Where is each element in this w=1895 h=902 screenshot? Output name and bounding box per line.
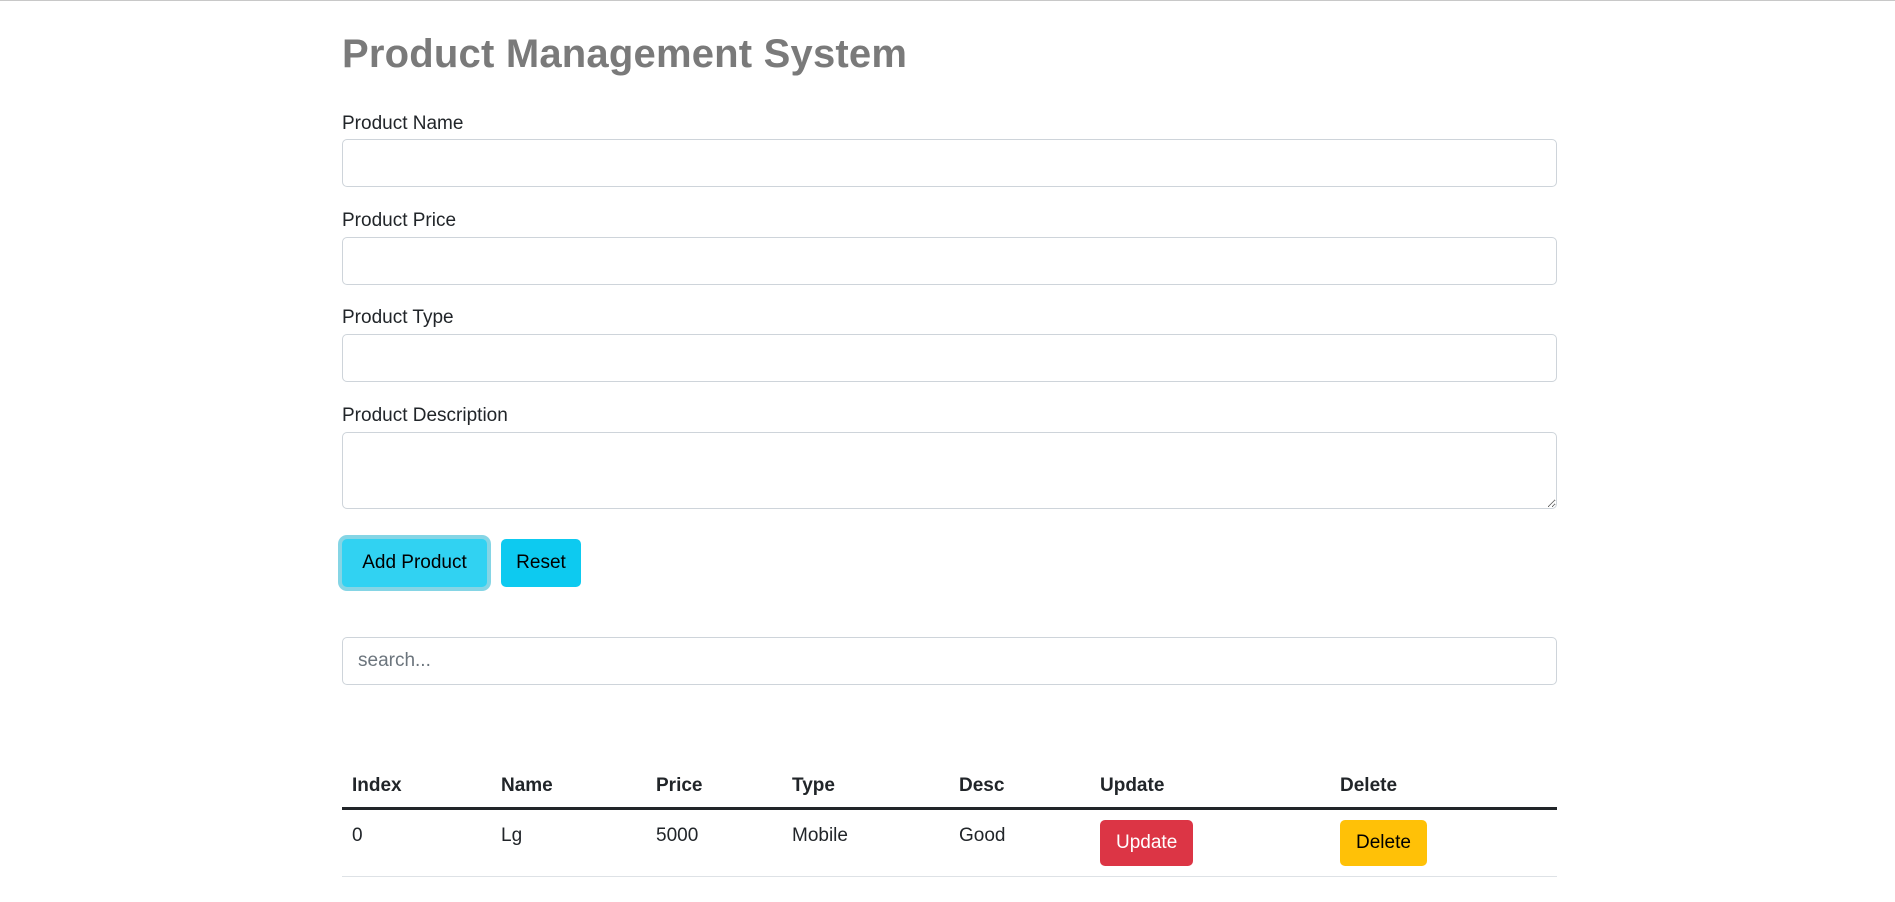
- table-row: 0 Lg 5000 Mobile Good Update Delete: [342, 808, 1557, 877]
- cell-name-text: Lg: [501, 825, 523, 846]
- page-title: Product Management System: [342, 32, 908, 76]
- column-header-delete: Delete: [1330, 765, 1557, 810]
- add-product-button[interactable]: Add Product: [342, 539, 487, 587]
- column-header-price: Price: [646, 765, 782, 810]
- search-input[interactable]: [342, 637, 1557, 685]
- cell-update: Update: [1090, 808, 1330, 877]
- column-header-type: Type: [782, 765, 949, 810]
- reset-button[interactable]: Reset: [501, 539, 581, 587]
- product-type-input[interactable]: [342, 334, 1557, 382]
- cell-name: Lg: [491, 808, 646, 877]
- product-name-label: Product Name: [342, 113, 464, 134]
- cell-type: Mobile: [782, 808, 949, 877]
- cell-desc: Good: [949, 808, 1090, 877]
- cell-price-text: 5000: [656, 825, 699, 846]
- top-border: [0, 0, 1895, 1]
- column-header-desc: Desc: [949, 765, 1090, 810]
- cell-index: 0: [342, 808, 491, 877]
- cell-delete: Delete: [1330, 808, 1557, 877]
- cell-index-text: 0: [352, 825, 363, 846]
- product-description-textarea[interactable]: [342, 432, 1557, 509]
- cell-desc-text: Good: [959, 825, 1006, 846]
- column-header-name: Name: [491, 765, 646, 810]
- cell-price: 5000: [646, 808, 782, 877]
- product-price-label: Product Price: [342, 210, 457, 231]
- column-header-index: Index: [342, 765, 491, 810]
- table-header-row: Index Name Price Type Desc Update Delete: [342, 765, 1557, 810]
- product-type-label: Product Type: [342, 307, 454, 328]
- delete-button[interactable]: Delete: [1340, 820, 1427, 866]
- update-button[interactable]: Update: [1100, 820, 1194, 866]
- product-price-input[interactable]: [342, 237, 1557, 285]
- product-description-label: Product Description: [342, 405, 508, 426]
- products-table: Index Name Price Type Desc Update Delete…: [342, 765, 1557, 877]
- cell-type-text: Mobile: [792, 825, 848, 846]
- column-header-update: Update: [1090, 765, 1330, 810]
- product-name-input[interactable]: [342, 139, 1557, 187]
